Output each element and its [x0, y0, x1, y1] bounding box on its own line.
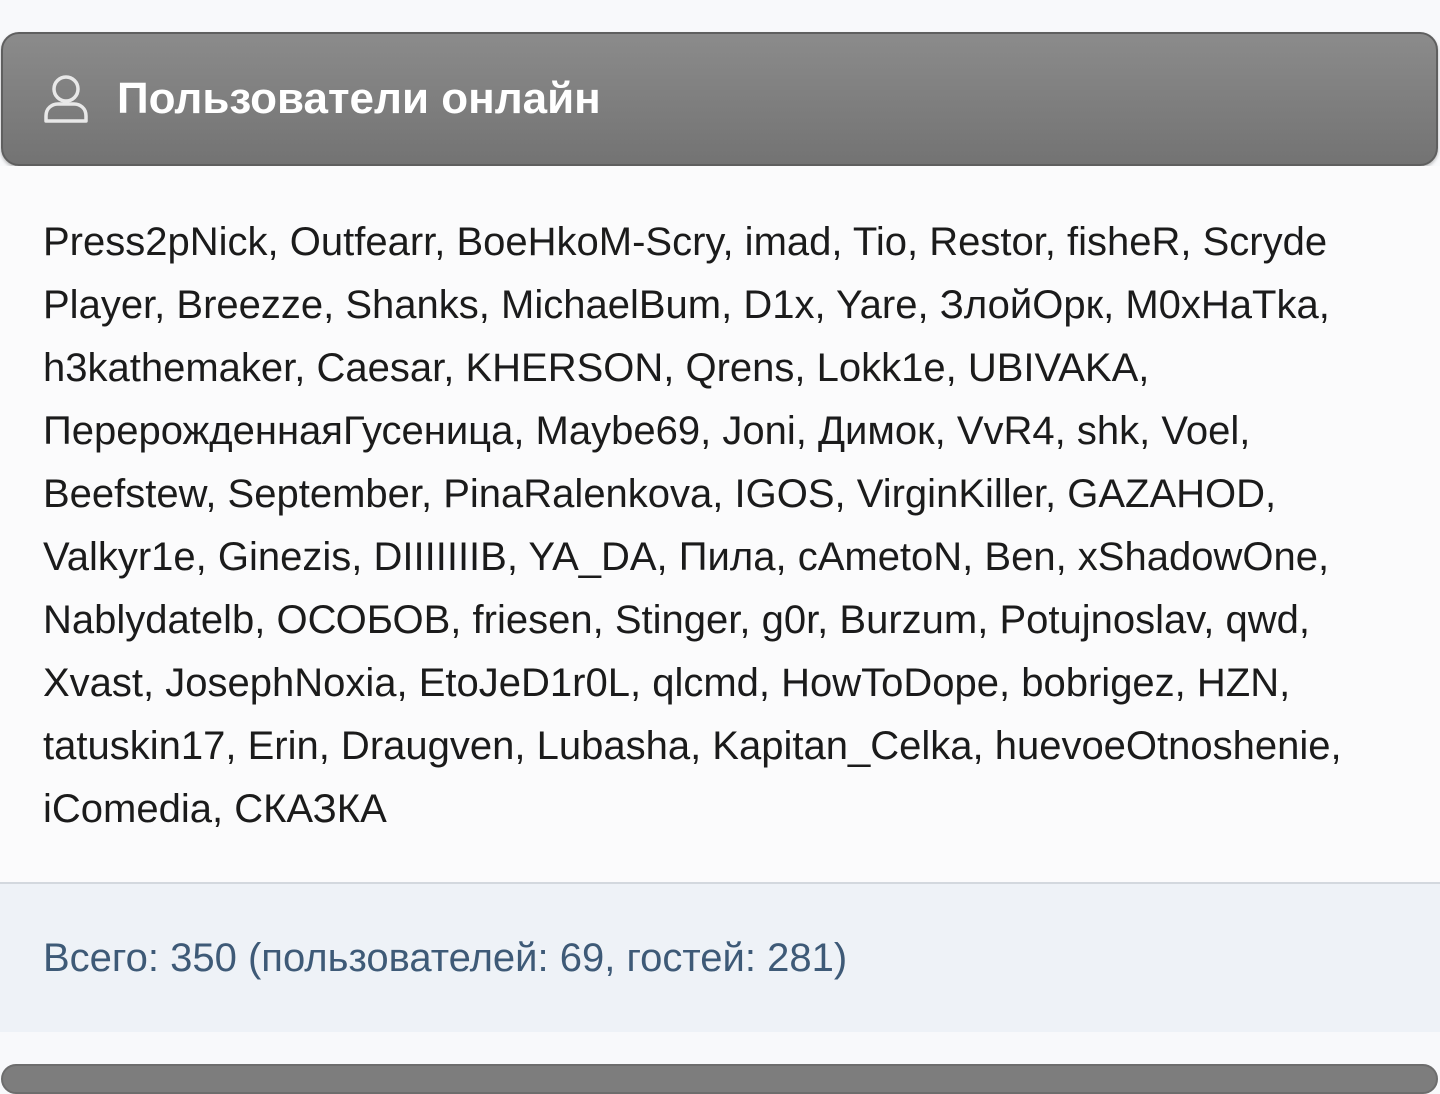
online-stats-bar: Всего: 350 (пользователей: 69, гостей: 2… [0, 884, 1440, 1032]
online-users-list: Press2pNick, Outfearr, BoeHkoM-Scry, ima… [43, 220, 1342, 831]
online-users-list-container: Press2pNick, Outfearr, BoeHkoM-Scry, ima… [0, 166, 1440, 882]
online-users-panel-header: Пользователи онлайн [1, 32, 1438, 166]
panel-title: Пользователи онлайн [117, 74, 601, 123]
user-icon [43, 74, 89, 124]
online-stats-summary: Всего: 350 (пользователей: 69, гостей: 2… [43, 936, 848, 980]
